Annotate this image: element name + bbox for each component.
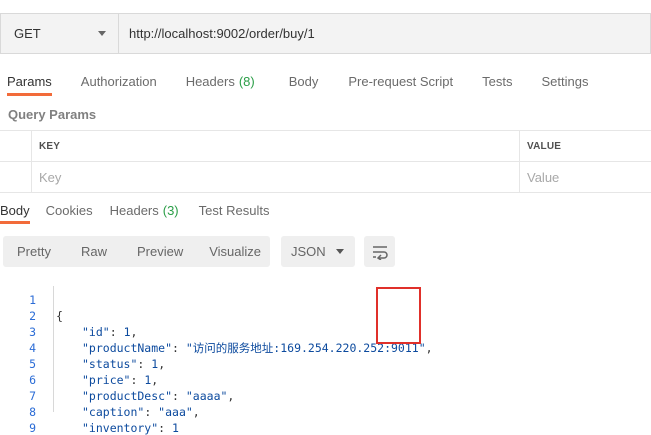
headers-count: (8) <box>238 73 255 89</box>
preview-button[interactable]: Preview <box>137 236 183 267</box>
value-input[interactable]: Value <box>520 162 651 192</box>
code-line: 7 "caption": "aaa", <box>0 372 651 419</box>
chevron-down-icon <box>98 31 106 36</box>
format-label: JSON <box>291 244 326 259</box>
key-column-header: KEY <box>39 140 61 152</box>
tab-pre-request-script[interactable]: Pre-request Script <box>348 66 453 96</box>
key-placeholder: Key <box>39 169 62 185</box>
response-body: 1 { 2 "id": 1, 3 "productName": "访问的服务地址… <box>0 276 651 435</box>
value-placeholder: Value <box>527 169 560 185</box>
key-input[interactable]: Key <box>32 162 520 192</box>
code-line: 9 } <box>0 404 651 435</box>
raw-button[interactable]: Raw <box>81 236 107 267</box>
tab-headers[interactable]: Headers (8) <box>186 66 255 96</box>
response-tab-headers[interactable]: Headers (3) <box>110 196 179 224</box>
json-value: 1 <box>172 421 179 435</box>
url-input[interactable]: http://localhost:9002/order/buy/1 <box>118 13 651 54</box>
view-mode-group: Pretty Raw Preview Visualize <box>3 236 270 267</box>
tab-settings[interactable]: Settings <box>541 66 588 96</box>
table-row: Key Value <box>0 162 651 193</box>
wrap-lines-button[interactable] <box>364 236 395 267</box>
tab-body[interactable]: Body <box>289 66 319 96</box>
response-tabs: Body Cookies Headers (3) Test Results <box>0 196 651 224</box>
response-tab-body[interactable]: Body <box>0 196 30 224</box>
highlight-annotation-box <box>376 287 421 344</box>
code-line: 6 "productDesc": "aaaa", <box>0 356 651 403</box>
tab-params[interactable]: Params <box>7 66 52 96</box>
query-params-title: Query Params <box>8 107 97 122</box>
query-params-table: KEY VALUE Key Value <box>0 130 651 193</box>
code-line: 2 "id": 1, <box>0 292 651 339</box>
tab-authorization[interactable]: Authorization <box>81 66 157 96</box>
code-line: 4 "status": 1, <box>0 324 651 371</box>
request-tabs: Params Authorization Headers (8) Body Pre… <box>0 66 651 96</box>
table-header-row: KEY VALUE <box>0 131 651 162</box>
line-number: 9 <box>29 421 36 435</box>
request-bar: GET http://localhost:9002/order/buy/1 <box>0 13 651 54</box>
chevron-down-icon <box>336 249 344 254</box>
code-line: 5 "price": 1, <box>0 340 651 387</box>
checkbox-column-header <box>0 131 32 161</box>
response-tab-cookies[interactable]: Cookies <box>46 196 93 224</box>
code-line: 1 { <box>0 276 651 323</box>
method-label: GET <box>14 26 41 41</box>
json-key: "inventory" <box>82 421 159 435</box>
tab-tests[interactable]: Tests <box>482 66 512 96</box>
code-line: 3 "productName": "访问的服务地址:169.254.220.25… <box>0 308 651 355</box>
value-column-header: VALUE <box>527 140 562 152</box>
response-tab-test-results[interactable]: Test Results <box>199 196 270 224</box>
visualize-button[interactable]: Visualize <box>209 236 261 267</box>
format-select[interactable]: JSON <box>281 236 355 267</box>
code-line: 8 "inventory": 1 <box>0 388 651 435</box>
pretty-button[interactable]: Pretty <box>17 236 51 267</box>
method-select[interactable]: GET <box>0 13 118 54</box>
wrap-lines-icon <box>372 245 388 260</box>
row-checkbox[interactable] <box>0 162 32 192</box>
response-headers-count: (3) <box>162 202 179 218</box>
